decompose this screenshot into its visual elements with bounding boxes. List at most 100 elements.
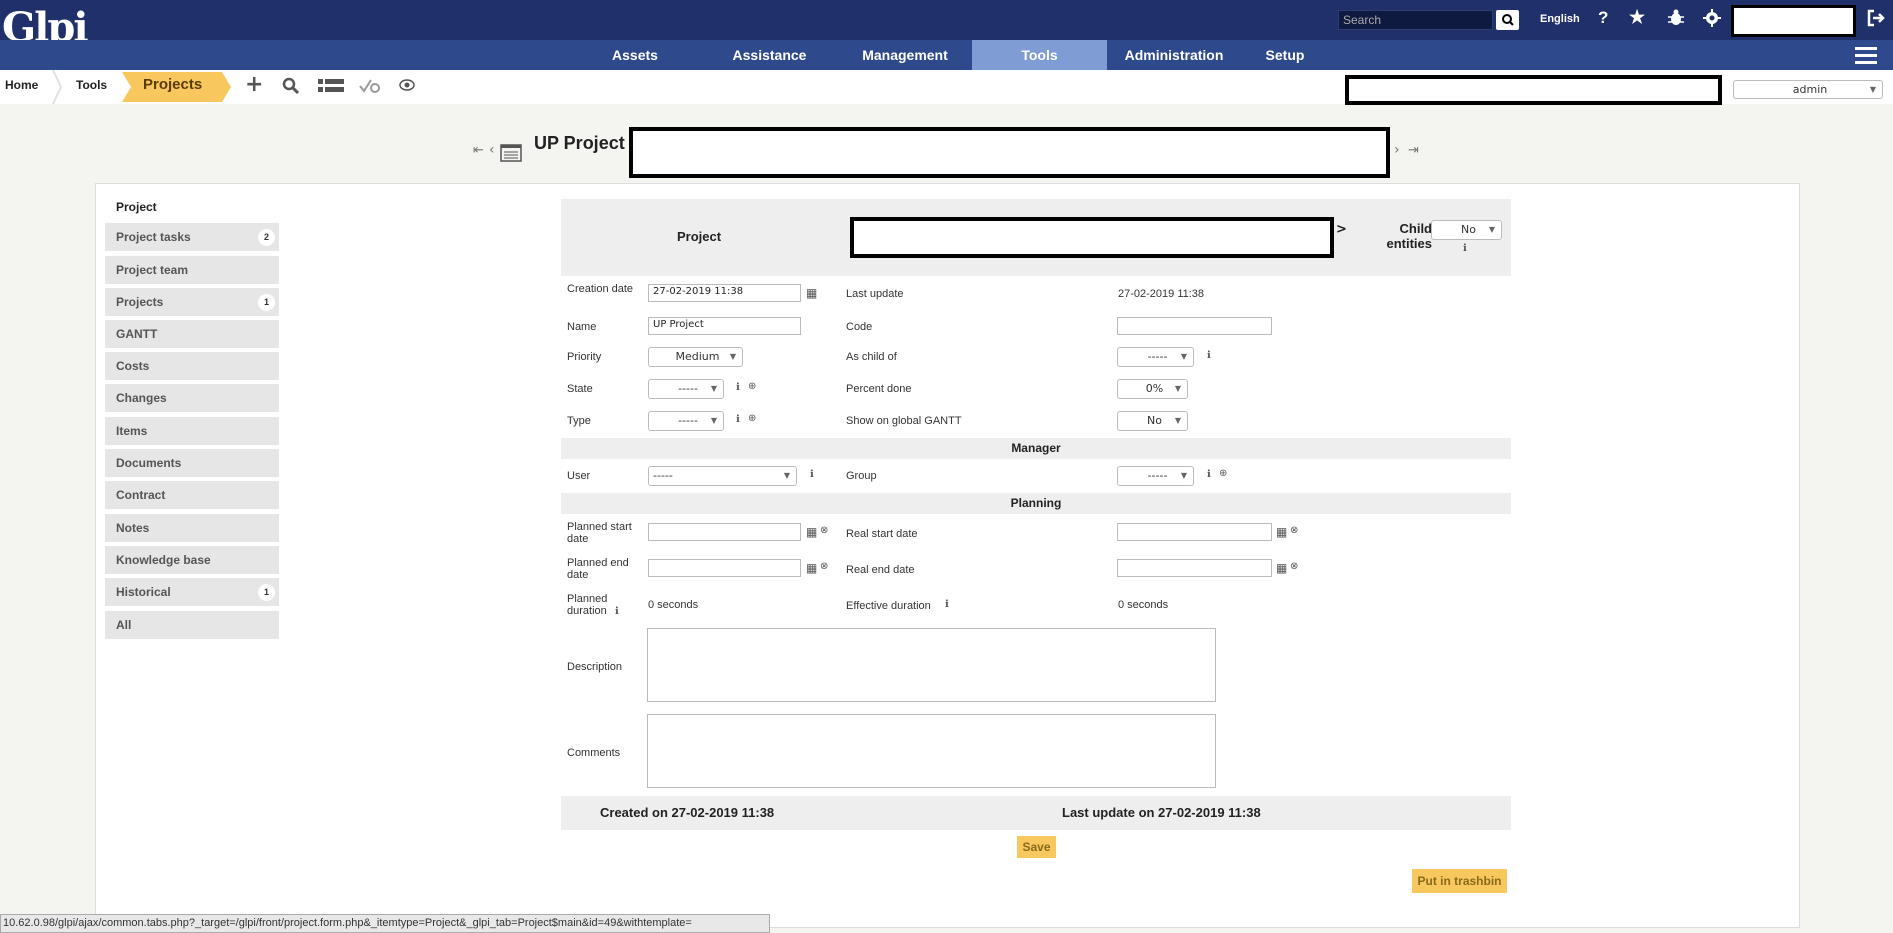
menu-setup[interactable]: Setup bbox=[1250, 40, 1320, 70]
info-icon[interactable]: ℹ bbox=[1207, 469, 1211, 480]
user-name-redacted bbox=[1731, 5, 1856, 37]
tab-gantt[interactable]: GANTT bbox=[105, 320, 279, 348]
breadcrumb-projects[interactable]: Projects bbox=[143, 76, 202, 93]
tab-knowledge-base[interactable]: Knowledge base bbox=[105, 546, 279, 574]
menu-assistance[interactable]: Assistance bbox=[722, 40, 817, 70]
calendar-icon[interactable]: ▦ bbox=[1276, 561, 1287, 575]
put-in-trashbin-button[interactable]: Put in trashbin bbox=[1412, 869, 1507, 893]
logout-icon[interactable] bbox=[1866, 8, 1886, 31]
add-type-icon[interactable]: ⊕ bbox=[748, 413, 756, 424]
as-child-of-select[interactable]: ----- bbox=[1117, 347, 1194, 367]
planned-duration-value: 0 seconds bbox=[648, 599, 699, 611]
child-entities-select[interactable]: No bbox=[1431, 220, 1502, 240]
planned-start-input[interactable] bbox=[648, 523, 801, 541]
top-bar bbox=[0, 0, 1893, 40]
gear-icon[interactable] bbox=[1702, 8, 1722, 31]
tab-changes[interactable]: Changes bbox=[105, 384, 279, 412]
tab-project-tasks[interactable]: Project tasks 2 bbox=[105, 223, 279, 251]
tab-label: Project bbox=[116, 200, 157, 214]
tab-items[interactable]: Items bbox=[105, 417, 279, 445]
planned-start-label: Planned start date bbox=[567, 521, 632, 545]
user-label: User bbox=[567, 470, 591, 482]
breadcrumb-tools[interactable]: Tools bbox=[76, 78, 107, 92]
planned-end-input[interactable] bbox=[648, 559, 801, 577]
eye-icon[interactable] bbox=[399, 79, 415, 94]
tab-label: Project tasks bbox=[116, 230, 191, 244]
tab-documents[interactable]: Documents bbox=[105, 449, 279, 477]
tab-projects[interactable]: Projects 1 bbox=[105, 288, 279, 316]
info-icon[interactable]: ℹ bbox=[736, 382, 740, 393]
menu-administration[interactable]: Administration bbox=[1114, 40, 1234, 70]
menu-tools[interactable]: Tools bbox=[972, 40, 1107, 70]
description-textarea[interactable] bbox=[647, 628, 1216, 702]
tab-label: Documents bbox=[116, 456, 182, 470]
priority-select[interactable]: Medium bbox=[648, 347, 743, 367]
info-icon[interactable]: ℹ bbox=[615, 606, 619, 617]
bug-icon[interactable] bbox=[1666, 8, 1686, 31]
calendar-icon[interactable]: ▦ bbox=[806, 525, 817, 539]
created-on-text: Created on 27-02-2019 11:38 bbox=[600, 805, 775, 820]
save-button[interactable]: Save bbox=[1017, 836, 1056, 858]
tab-costs[interactable]: Costs bbox=[105, 352, 279, 380]
profile-select[interactable]: admin bbox=[1733, 80, 1883, 99]
real-start-input[interactable] bbox=[1117, 523, 1272, 541]
name-input[interactable]: UP Project bbox=[648, 317, 801, 335]
clear-icon[interactable]: ⊗ bbox=[1290, 525, 1298, 536]
entity-arrow: > bbox=[1336, 222, 1347, 237]
show-gantt-select[interactable]: No bbox=[1117, 411, 1188, 431]
title-redacted bbox=[629, 127, 1390, 178]
percent-done-select[interactable]: 0% bbox=[1117, 379, 1188, 399]
clear-icon[interactable]: ⊗ bbox=[820, 525, 828, 536]
first-record-icon[interactable]: ⇤ bbox=[473, 143, 484, 158]
hamburger-icon[interactable] bbox=[1855, 45, 1877, 68]
search-button[interactable] bbox=[1496, 10, 1519, 30]
next-record-icon[interactable]: › bbox=[1394, 142, 1400, 158]
menu-management[interactable]: Management bbox=[850, 40, 960, 70]
clear-icon[interactable]: ⊗ bbox=[820, 561, 828, 572]
help-icon[interactable]: ? bbox=[1598, 8, 1608, 28]
group-select[interactable]: ----- bbox=[1117, 466, 1194, 486]
breadcrumb-home[interactable]: Home bbox=[5, 78, 38, 92]
list-icon[interactable] bbox=[318, 79, 344, 96]
search-list-icon[interactable] bbox=[282, 77, 300, 98]
add-icon[interactable]: + bbox=[245, 72, 263, 97]
user-select[interactable]: ----- bbox=[648, 466, 797, 486]
clear-icon[interactable]: ⊗ bbox=[1290, 561, 1298, 572]
code-input[interactable] bbox=[1117, 317, 1272, 335]
info-icon[interactable]: ℹ bbox=[1463, 243, 1467, 254]
info-icon[interactable]: ℹ bbox=[1207, 350, 1211, 361]
previous-record-icon[interactable]: ‹ bbox=[489, 142, 495, 158]
calendar-icon[interactable]: ▦ bbox=[806, 561, 817, 575]
tab-project-team[interactable]: Project team bbox=[105, 256, 279, 284]
star-icon[interactable]: ★ bbox=[1629, 7, 1645, 28]
checklist-icon[interactable] bbox=[358, 78, 382, 97]
last-update-text: Last update on 27-02-2019 11:38 bbox=[1062, 805, 1261, 820]
menu-assets[interactable]: Assets bbox=[595, 40, 675, 70]
info-icon[interactable]: ℹ bbox=[810, 469, 814, 480]
info-icon[interactable]: ℹ bbox=[736, 414, 740, 425]
type-select[interactable]: ----- bbox=[648, 411, 724, 431]
tab-contract[interactable]: Contract bbox=[105, 481, 279, 509]
calendar-icon[interactable]: ▦ bbox=[806, 286, 817, 300]
state-label: State bbox=[567, 383, 593, 395]
code-label: Code bbox=[846, 321, 873, 333]
comments-textarea[interactable] bbox=[647, 714, 1216, 788]
tab-notes[interactable]: Notes bbox=[105, 514, 279, 542]
state-select[interactable]: ----- bbox=[648, 379, 724, 399]
add-state-icon[interactable]: ⊕ bbox=[748, 381, 756, 392]
comments-label: Comments bbox=[567, 747, 621, 759]
list-view-icon[interactable] bbox=[500, 144, 522, 165]
add-group-icon[interactable]: ⊕ bbox=[1219, 468, 1227, 479]
tab-project[interactable]: Project bbox=[105, 193, 279, 221]
real-end-input[interactable] bbox=[1117, 559, 1272, 577]
show-gantt-label: Show on global GANTT bbox=[846, 415, 962, 427]
calendar-icon[interactable]: ▦ bbox=[1276, 525, 1287, 539]
last-record-icon[interactable]: ⇥ bbox=[1408, 143, 1419, 158]
search-input[interactable]: Search bbox=[1338, 10, 1493, 30]
language-selector[interactable]: English bbox=[1540, 13, 1580, 25]
creation-date-input[interactable]: 27-02-2019 11:38 bbox=[648, 284, 801, 302]
info-icon[interactable]: ℹ bbox=[945, 599, 949, 610]
tab-historical[interactable]: Historical 1 bbox=[105, 578, 279, 606]
real-start-label: Real start date bbox=[846, 528, 918, 540]
tab-all[interactable]: All bbox=[105, 611, 279, 639]
